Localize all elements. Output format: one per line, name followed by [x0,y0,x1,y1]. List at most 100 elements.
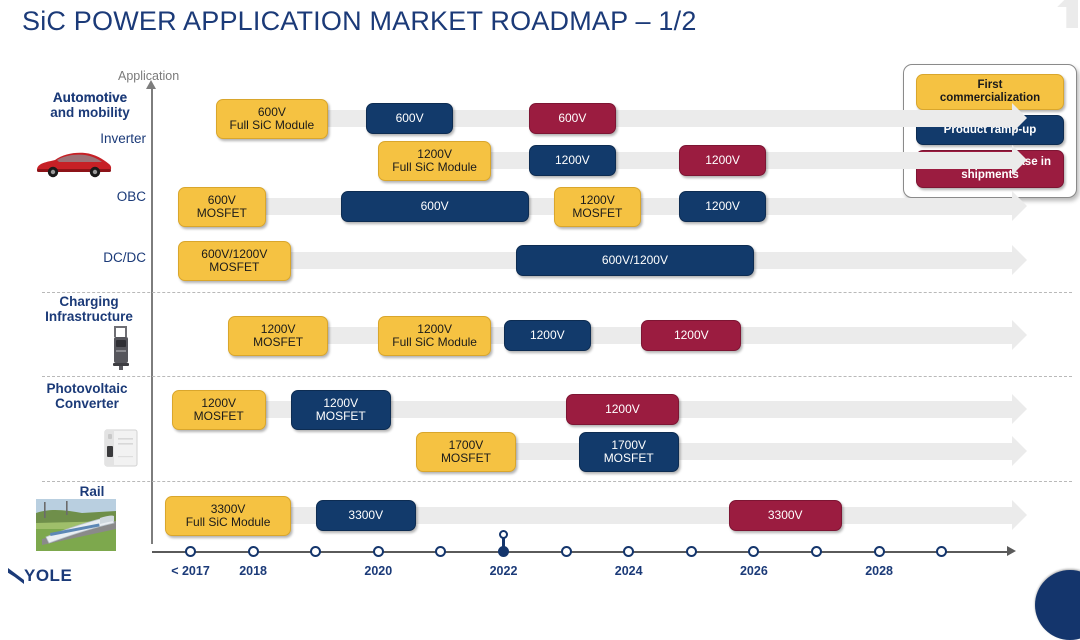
brand-swoosh-icon [8,568,24,584]
milestone-voltage: 3300V [767,507,803,522]
milestone-box[interactable]: 1700V MOSFET [578,432,679,472]
milestone-voltage: 600V [395,110,424,125]
milestone-voltage: 1700V [448,437,484,452]
milestone-box[interactable]: 600V/1200V [516,245,754,276]
row-arrow-tip-icon [1011,394,1027,424]
milestone-voltage: 1200V [417,321,452,336]
time-tick[interactable] [310,546,322,557]
milestone-box[interactable]: 1200V [566,394,679,425]
time-tick[interactable] [685,546,697,557]
milestone-voltage: 1200V [323,395,359,410]
milestone-voltage: 600V/1200V [601,252,668,267]
time-tick[interactable] [936,546,948,557]
milestone-voltage: 600V/1200V [201,246,268,261]
milestone-voltage: 3300V [210,501,246,516]
time-tick[interactable] [873,546,885,557]
milestone-voltage: 1200V [201,395,237,410]
milestone-box[interactable]: 3300V [728,500,842,531]
milestone-box[interactable]: 1200V [503,320,592,351]
milestone-box[interactable]: 1200V MOSFET [553,187,642,227]
legend-first-line1: First [977,79,1003,91]
roadmap-row: 1200V MOSFET 1200V MOSFET 1200V [0,388,1080,432]
milestone-box[interactable]: 3300V Full SiC Module [165,496,291,536]
group-separator [42,376,1072,377]
milestone-device-type: Full SiC Module [229,118,315,132]
current-year-pin-icon[interactable] [499,530,508,539]
milestone-voltage: 1200V [705,152,740,167]
roadmap-row: 1200V MOSFET 1200V Full SiC Module 1200V 1200… [0,314,1080,358]
time-axis-label: 2028 [865,564,893,578]
milestone-voltage: 1200V [673,327,709,342]
row-arrow [171,500,1027,530]
milestone-box[interactable]: 1200V [678,145,767,176]
row-arrow [221,103,1027,133]
milestone-voltage: 1200V [705,198,740,213]
corner-watermark-icon [1057,0,1078,28]
milestone-box[interactable]: 1200V Full SiC Module [378,141,491,181]
milestone-box[interactable]: 1700V MOSFET [415,432,517,472]
row-arrow-tip-icon [1011,245,1027,275]
roadmap-row: 600V MOSFET 600V 1200V MOSFET 1200V [0,185,1080,229]
time-tick[interactable] [247,546,259,557]
milestone-box[interactable]: 1200V [528,145,617,176]
milestone-device-type: Full SiC Module [392,160,477,174]
milestone-voltage: 1200V [605,401,640,416]
milestone-box[interactable]: 600V [340,191,529,222]
milestone-box[interactable]: 3300V [315,500,416,531]
time-axis-label: 2020 [364,564,393,578]
time-tick[interactable] [748,546,760,557]
milestone-device-type: MOSFET [315,409,366,423]
milestone-box[interactable]: 1200V [641,320,742,351]
milestone-voltage: 1200V [417,146,452,161]
milestone-box[interactable]: 1200V MOSFET [171,390,266,430]
row-arrow-tip-icon [1011,145,1027,175]
time-tick[interactable] [372,546,384,557]
milestone-box[interactable]: 600V [365,103,454,134]
time-tick[interactable] [623,546,635,557]
time-axis-arrowhead-icon [1007,546,1016,556]
milestone-voltage: 600V [207,192,236,207]
milestone-box[interactable]: 600V [528,103,617,134]
time-tick[interactable] [811,546,822,557]
time-axis-label: 2026 [739,564,768,578]
group-label-line1: Charging [59,294,119,309]
time-axis-label: 2024 [614,564,643,578]
milestone-device-type: MOSFET [193,409,244,423]
time-axis-label: < 2017 [171,564,210,578]
milestone-voltage: 1200V [554,152,590,167]
roadmap-row: 1700V MOSFET 1700V MOSFET [0,430,1080,474]
milestone-voltage: 3300V [348,507,384,522]
group-separator [42,481,1072,482]
milestone-box[interactable]: 600V/1200V MOSFET [177,241,291,281]
milestone-voltage: 600V [420,198,449,213]
time-axis-label: 2018 [239,564,267,578]
roadmap-row: 600V Full SiC Module 600V 600V [0,97,1080,141]
roadmap-row: 1200V Full SiC Module 1200V 1200V [0,139,1080,183]
roadmap-row: 3300V Full SiC Module 3300V 3300V [0,494,1080,538]
time-tick[interactable] [560,546,572,557]
page-title: SiC POWER APPLICATION MARKET ROADMAP – 1… [22,6,697,36]
milestone-device-type: Full SiC Module [392,335,477,349]
y-axis-arrowhead-icon [146,80,156,89]
milestone-box[interactable]: 1200V [678,191,767,222]
milestone-box[interactable]: 1200V MOSFET [228,316,329,356]
row-arrow [234,320,1027,350]
brand-name: YOLE [24,566,73,585]
roadmap-row: 600V/1200V MOSFET 600V/1200V [0,239,1080,283]
milestone-voltage: 1700V [611,437,647,452]
row-arrow-tip-icon [1011,436,1027,466]
milestone-box[interactable]: 600V MOSFET [177,187,266,227]
brand-logo: YOLE [8,566,72,586]
milestone-device-type: MOSFET [196,206,247,220]
milestone-device-type: MOSFET [253,335,304,349]
slide-canvas: SiC POWER APPLICATION MARKET ROADMAP – 1… [0,0,1080,640]
time-tick[interactable] [435,546,447,557]
time-tick[interactable] [185,546,196,557]
milestone-voltage: 1200V [529,327,565,342]
milestone-device-type: MOSFET [209,260,260,274]
row-arrow-tip-icon [1011,103,1027,133]
milestone-box[interactable]: 1200V MOSFET [290,390,391,430]
milestone-box[interactable]: 1200V Full SiC Module [378,316,491,356]
milestone-device-type: MOSFET [603,451,654,465]
milestone-box[interactable]: 600V Full SiC Module [215,99,329,139]
